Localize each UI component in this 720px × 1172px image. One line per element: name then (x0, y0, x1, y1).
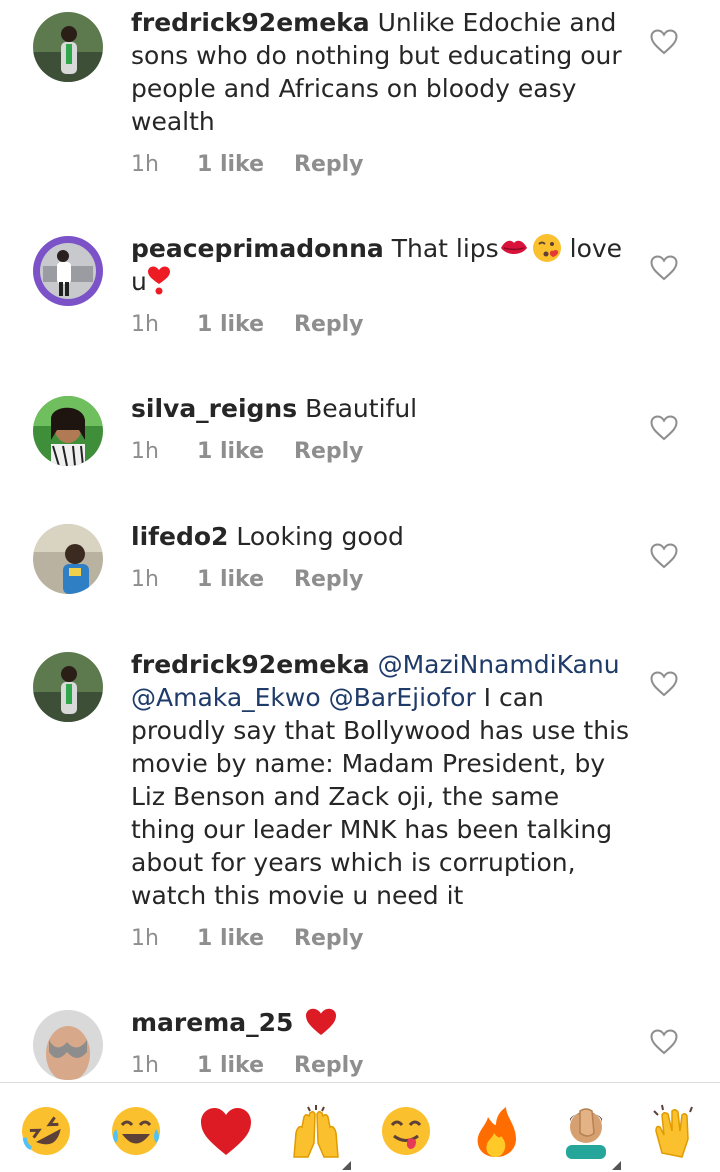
emoji-bar (0, 1082, 720, 1172)
avatar[interactable] (33, 236, 103, 306)
yum-emoji[interactable] (378, 1103, 434, 1159)
comment-message-part: That lips (391, 234, 499, 263)
mention-link[interactable]: @Amaka_Ekwo (131, 683, 321, 712)
comment-text: fredrick92emeka @MaziNnamdiKanu @Amaka_E… (131, 648, 631, 912)
comment-likes[interactable]: 1 like (197, 1051, 264, 1081)
red-heart-emoji[interactable] (198, 1103, 254, 1159)
comment-username[interactable]: peaceprimadonna (131, 234, 384, 263)
mention-link[interactable]: @MaziNnamdiKanu (378, 650, 620, 679)
corner-indicator (612, 1161, 621, 1170)
comment-text: fredrick92emeka Unlike Edochie and sons … (131, 6, 631, 138)
raised-hands-emoji[interactable] (288, 1103, 344, 1159)
reply-button[interactable]: Reply (294, 924, 364, 954)
comment-likes[interactable]: 1 like (197, 924, 264, 954)
comment-likes[interactable]: 1 like (197, 310, 264, 340)
avatar[interactable] (33, 12, 103, 82)
red-heart-emoji (305, 1008, 337, 1036)
like-heart-icon[interactable] (650, 29, 678, 55)
comment-time: 1h (131, 152, 159, 177)
comment-text: peaceprimadonna That lips love u (131, 232, 631, 298)
avatar[interactable] (33, 1010, 103, 1080)
avatar[interactable] (33, 652, 103, 722)
corner-indicator (342, 1161, 351, 1170)
comment-username[interactable]: marema_25 (131, 1008, 293, 1037)
facepalm-emoji[interactable] (558, 1103, 614, 1159)
joy-emoji[interactable] (108, 1103, 164, 1159)
reply-button[interactable]: Reply (294, 310, 364, 340)
reply-button[interactable]: Reply (294, 565, 364, 595)
heart-exclamation-emoji (147, 266, 171, 296)
mention-link[interactable]: @BarEjiofor (329, 683, 476, 712)
comment-message: Looking good (236, 522, 404, 551)
comment-time: 1h (131, 567, 159, 592)
like-heart-icon[interactable] (650, 1029, 678, 1055)
comment-message: I can proudly say that Bollywood has use… (131, 683, 630, 910)
comment-text: lifedo2 Looking good (131, 520, 631, 553)
comment-time: 1h (131, 439, 159, 464)
comment-username[interactable]: fredrick92emeka (131, 8, 370, 37)
kiss-mark-icon (499, 235, 529, 259)
comment-time: 1h (131, 1053, 159, 1078)
reply-button[interactable]: Reply (294, 437, 364, 467)
comment-likes[interactable]: 1 like (197, 150, 264, 180)
comment-message: Beautiful (305, 394, 418, 423)
clapping-hands-emoji[interactable] (648, 1103, 704, 1159)
comment-time: 1h (131, 312, 159, 337)
fire-emoji[interactable] (468, 1103, 524, 1159)
avatar[interactable] (33, 524, 103, 594)
reply-button[interactable]: Reply (294, 1051, 364, 1081)
comment-likes[interactable]: 1 like (197, 565, 264, 595)
rofl-emoji[interactable] (18, 1103, 74, 1159)
like-heart-icon[interactable] (650, 671, 678, 697)
comment-username[interactable]: fredrick92emeka (131, 650, 370, 679)
comment-text: silva_reigns Beautiful (131, 392, 631, 425)
kissing-wink-emoji (532, 233, 562, 263)
like-heart-icon[interactable] (650, 255, 678, 281)
comment-likes[interactable]: 1 like (197, 437, 264, 467)
comment-text: marema_25 (131, 1006, 631, 1039)
comment-time: 1h (131, 926, 159, 951)
comment-username[interactable]: lifedo2 (131, 522, 228, 551)
like-heart-icon[interactable] (650, 415, 678, 441)
like-heart-icon[interactable] (650, 543, 678, 569)
avatar[interactable] (33, 396, 103, 466)
comment-username[interactable]: silva_reigns (131, 394, 297, 423)
reply-button[interactable]: Reply (294, 150, 364, 180)
